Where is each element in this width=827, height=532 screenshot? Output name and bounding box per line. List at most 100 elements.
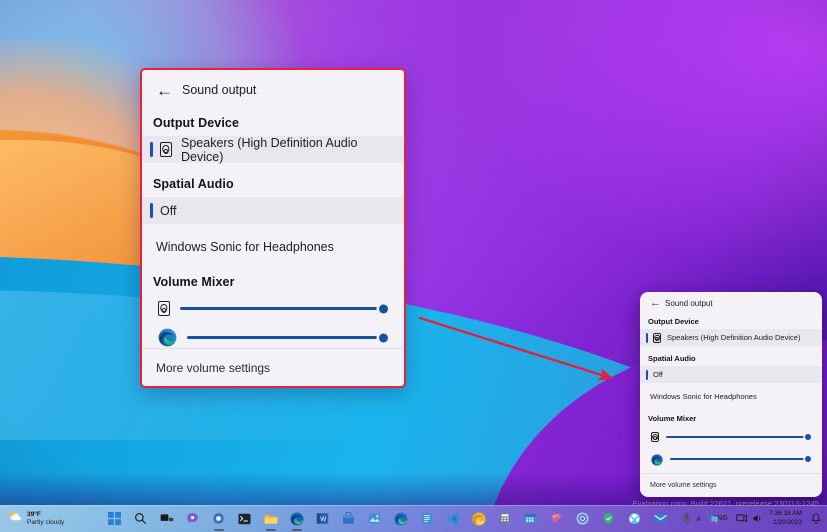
volume-icon[interactable] <box>750 509 765 529</box>
small-spatial-audio-section-title: Spatial Audio <box>640 346 822 366</box>
sound-output-flyout-actual[interactable]: ← Sound output Output Device Speakers (H… <box>640 292 822 497</box>
small-flyout-footer: More volume settings <box>640 473 822 497</box>
small-spatial-audio-option-off[interactable]: Off <box>640 366 822 383</box>
slider-track-fill <box>666 436 811 438</box>
small-more-volume-settings-link[interactable]: More volume settings <box>650 482 717 489</box>
taskbar-item-notepad[interactable] <box>414 506 440 532</box>
folder-icon <box>264 513 278 525</box>
back-arrow-icon[interactable]: ← <box>650 297 665 309</box>
edge-beta-icon <box>472 512 486 526</box>
slider-thumb[interactable] <box>379 333 388 342</box>
spatial-audio-option-off[interactable]: Off <box>142 197 404 224</box>
small-flyout-title: Sound output <box>665 299 713 308</box>
volume-mixer-row-system[interactable] <box>142 295 404 322</box>
taskbar-weather-widget[interactable]: 39°F Partly cloudy <box>0 508 70 530</box>
small-spatial-audio-off-label: Off <box>653 370 663 379</box>
slider-thumb[interactable] <box>805 434 811 440</box>
small-edge-volume-slider[interactable] <box>670 452 811 466</box>
sound-output-flyout-zoomed[interactable]: ← Sound output Output Device Speakers (H… <box>140 68 406 388</box>
small-output-device-option-speakers[interactable]: Speakers (High Definition Audio Device) <box>640 329 822 346</box>
slider-track-fill <box>670 458 811 460</box>
edge-icon <box>651 453 663 465</box>
taskbar-item-chat[interactable] <box>180 506 206 532</box>
taskbar-running-indicator <box>266 529 276 531</box>
taskbar-item-edge[interactable] <box>284 506 310 532</box>
system-volume-slider[interactable] <box>180 302 388 316</box>
partly-cloudy-icon <box>8 510 23 528</box>
flyout-title: Sound output <box>182 83 256 97</box>
speaker-icon <box>160 142 172 157</box>
taskbar-item-xbox[interactable] <box>622 506 648 532</box>
speaker-icon <box>158 301 170 316</box>
windows-logo-icon <box>108 512 121 525</box>
speaker-icon <box>651 432 659 442</box>
taskbar-item-task-view[interactable] <box>154 506 180 532</box>
paint-icon <box>550 512 563 525</box>
taskbar-item-vscode[interactable] <box>440 506 466 532</box>
chat-icon <box>186 512 199 525</box>
slider-thumb[interactable] <box>805 456 811 462</box>
taskbar-item-search[interactable] <box>128 506 154 532</box>
small-volume-mixer-row-system[interactable] <box>640 426 822 448</box>
notification-icon[interactable] <box>808 509 823 529</box>
taskbar-item-mail[interactable] <box>648 506 674 532</box>
taskbar[interactable]: 39°F Partly cloudy <box>0 505 827 532</box>
notepad-icon <box>421 512 433 525</box>
weather-temperature: 39°F <box>27 511 64 518</box>
taskbar-item-edge-dev[interactable] <box>388 506 414 532</box>
spatial-audio-option-windows-sonic[interactable]: Windows Sonic for Headphones <box>142 233 404 260</box>
slider-track-fill <box>180 307 388 310</box>
flyout-footer: More volume settings <box>142 348 404 386</box>
taskbar-item-settings[interactable] <box>206 506 232 532</box>
taskbar-item-store[interactable] <box>336 506 362 532</box>
xbox-icon <box>628 512 641 525</box>
taskbar-item-word[interactable]: W <box>310 506 336 532</box>
microphone-icon <box>681 512 692 525</box>
edge-dev-icon <box>394 512 408 526</box>
speaker-icon <box>653 333 661 343</box>
calculator-icon <box>499 512 511 525</box>
tray-time: 7:36:16 AM <box>769 510 802 518</box>
taskbar-item-clipchamp[interactable] <box>570 506 596 532</box>
taskbar-item-photos[interactable] <box>362 506 388 532</box>
taskbar-item-calculator[interactable] <box>492 506 518 532</box>
small-volume-mixer-row-edge[interactable] <box>640 448 822 470</box>
taskbar-app-buttons[interactable]: W <box>102 506 726 532</box>
svg-text:W: W <box>320 516 327 523</box>
small-flyout-header: ← Sound output <box>640 292 822 314</box>
spatial-audio-sonic-label: Windows Sonic for Headphones <box>156 240 334 254</box>
taskbar-item-edge-beta[interactable] <box>466 506 492 532</box>
clipchamp-icon <box>576 512 589 525</box>
taskbar-item-file-explorer[interactable] <box>258 506 284 532</box>
tray-date: 1/20/2023 <box>769 519 802 527</box>
back-arrow-icon[interactable]: ← <box>156 82 178 99</box>
taskbar-item-security[interactable] <box>596 506 622 532</box>
flyout-header: ← Sound output <box>142 70 404 110</box>
taskbar-running-indicator <box>214 529 224 531</box>
tray-clock[interactable]: 7:36:16 AM 1/20/2023 <box>766 510 807 527</box>
small-spatial-audio-option-windows-sonic[interactable]: Windows Sonic for Headphones <box>640 388 822 405</box>
edge-volume-slider[interactable] <box>187 331 388 345</box>
small-system-volume-slider[interactable] <box>666 430 811 444</box>
small-volume-mixer-section-title: Volume Mixer <box>640 405 822 426</box>
taskbar-item-start[interactable] <box>102 506 128 532</box>
output-device-option-label: Speakers (High Definition Audio Device) <box>181 136 394 164</box>
feedback-icon <box>706 512 719 525</box>
more-volume-settings-link[interactable]: More volume settings <box>156 361 270 375</box>
search-icon <box>134 512 147 525</box>
taskbar-item-terminal[interactable] <box>232 506 258 532</box>
weather-text: 39°F Partly cloudy <box>27 511 64 526</box>
spatial-audio-section-title: Spatial Audio <box>142 163 404 197</box>
slider-track-fill <box>187 336 388 339</box>
taskbar-item-calendar[interactable] <box>518 506 544 532</box>
output-device-option-speakers[interactable]: Speakers (High Definition Audio Device) <box>142 136 404 163</box>
taskbar-item-voice-recorder[interactable] <box>674 506 700 532</box>
mail-icon <box>654 513 667 524</box>
small-output-device-option-label: Speakers (High Definition Audio Device) <box>667 333 800 342</box>
network-icon[interactable] <box>734 509 749 529</box>
output-device-section-title: Output Device <box>142 110 404 136</box>
slider-thumb[interactable] <box>379 304 388 313</box>
taskbar-item-feedback-hub[interactable] <box>700 506 726 532</box>
taskbar-item-paint[interactable] <box>544 506 570 532</box>
terminal-icon <box>238 513 251 525</box>
